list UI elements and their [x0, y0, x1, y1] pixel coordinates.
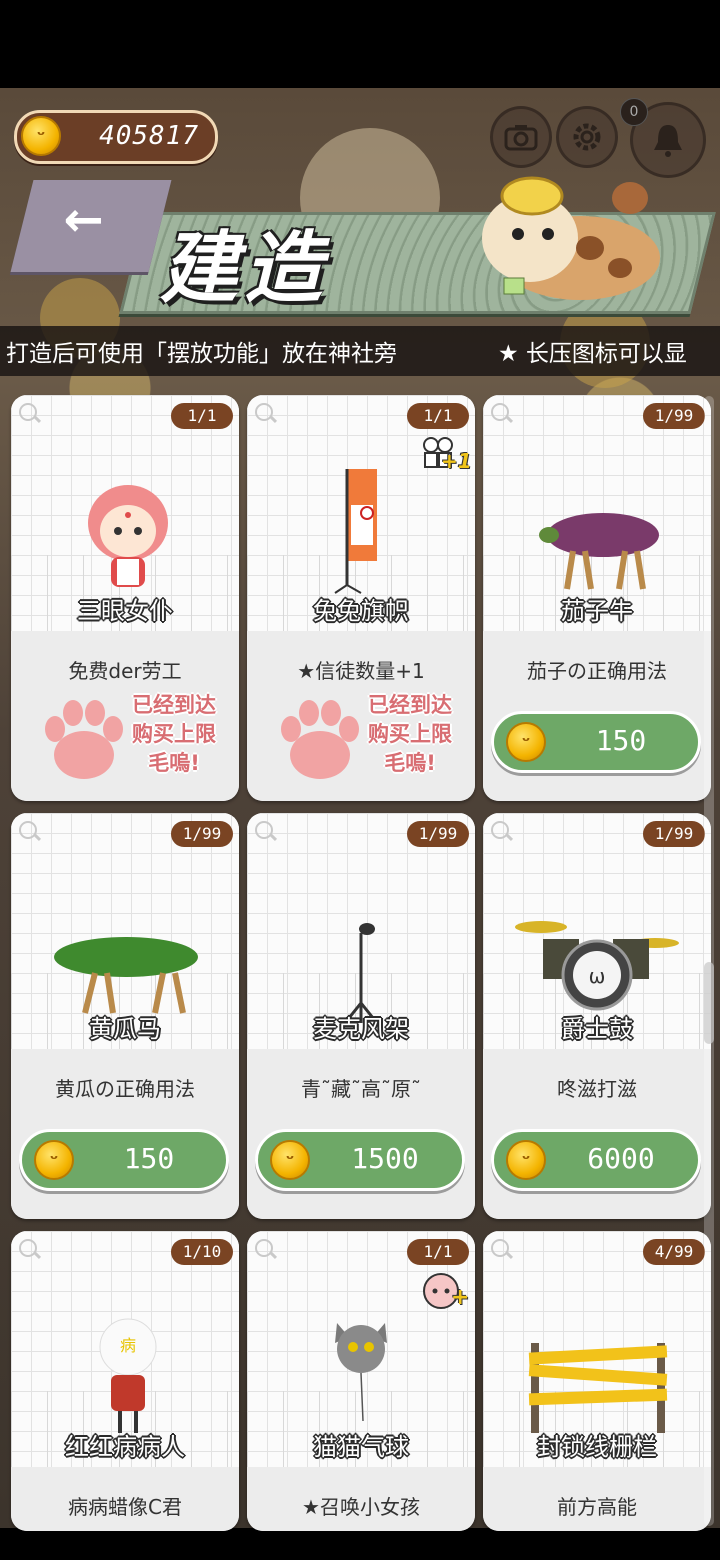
settings-button[interactable]	[556, 106, 618, 168]
magnify-icon[interactable]	[19, 821, 37, 839]
eggplant-cow-icon	[539, 513, 659, 590]
item-name: 黄瓜马	[89, 1015, 161, 1043]
item-description: 茄子の正确用法	[527, 659, 667, 683]
buy-button[interactable]: ᵕ 150	[19, 1129, 229, 1191]
cucumber-horse-icon	[54, 937, 198, 1014]
price: 150	[123, 1142, 175, 1175]
item-description: ★信徒数量+1	[297, 659, 425, 683]
scrollbar[interactable]	[704, 396, 714, 1526]
item-name: 封锁线栅栏	[537, 1433, 657, 1461]
stock-count: 1/10	[171, 1239, 233, 1265]
hint-banner: 打造后可使用「摆放功能」放在神社旁 ★ 长压图标可以显	[0, 326, 720, 376]
item-name: 爵士鼓	[561, 1015, 633, 1043]
game-screen: { "header": { "coins": "405817", "title"…	[0, 0, 720, 1560]
camera-icon	[504, 125, 538, 151]
coin-icon: ᵕ	[21, 116, 61, 156]
price: 6000	[587, 1142, 655, 1175]
dog-mascot-icon	[482, 176, 660, 300]
buy-button[interactable]: ᵕ 150	[491, 711, 701, 773]
coin-icon: ᵕ	[270, 1140, 310, 1180]
stock-count: 4/99	[643, 1239, 705, 1265]
item-name: 兔兔旗帜	[313, 597, 409, 625]
coin-icon: ᵕ	[506, 1140, 546, 1180]
stock-count: 1/99	[407, 821, 469, 847]
price: 150	[595, 724, 647, 757]
sold-out-text: 已经到达 购买上限 毛嗚!	[368, 693, 452, 775]
stock-count: 1/99	[171, 821, 233, 847]
hint-text-secondary: ★ 长压图标可以显	[498, 341, 687, 367]
magnify-icon[interactable]	[491, 821, 509, 839]
item-description: 免费der劳工	[68, 659, 182, 683]
item-card[interactable]: 1/99 黄瓜马 黄瓜の正确用法 ᵕ 150	[11, 813, 239, 1219]
stock-count: 1/1	[171, 403, 233, 429]
notification-count-badge: 0	[620, 98, 648, 126]
coin-icon: ᵕ	[34, 1140, 74, 1180]
stock-count: 1/1	[407, 403, 469, 429]
item-name: 红红病病人	[65, 1433, 185, 1461]
magnify-icon[interactable]	[255, 821, 273, 839]
sold-out-text: 已经到达 购买上限 毛嗚!	[132, 693, 216, 775]
item-name: 茄子牛	[561, 597, 633, 625]
item-name: 麦克风架	[313, 1015, 409, 1043]
buy-button[interactable]: ᵕ 6000	[491, 1129, 701, 1191]
keep-out-fence-icon	[528, 1343, 668, 1433]
item-description: 前方高能	[557, 1495, 637, 1519]
item-description: 黄瓜の正确用法	[55, 1077, 195, 1101]
item-description: 咚滋打滋	[557, 1077, 637, 1101]
scroll-thumb[interactable]	[704, 962, 714, 1044]
follower-bonus-icon: +1	[421, 435, 472, 475]
item-card[interactable]: 1/1 + 猫猫气球 ★召唤小女孩	[247, 1231, 475, 1531]
cat-balloon-icon	[335, 1323, 387, 1422]
hint-text: 打造后可使用「摆放功能」放在神社旁	[6, 341, 397, 367]
item-card[interactable]: ω 1/99 爵士鼓 咚滋打滋 ᵕ 6000	[483, 813, 711, 1219]
back-arrow-icon: ←	[63, 192, 104, 248]
sold-out-notice: 已经到达 购买上限 毛嗚!	[263, 691, 459, 787]
paw-icon	[281, 700, 359, 779]
svg-text:病: 病	[120, 1336, 136, 1355]
back-button[interactable]: ←	[10, 180, 172, 272]
patient-doll-icon: 病	[99, 1318, 157, 1433]
drum-kit-icon: ω	[515, 921, 679, 1011]
sold-out-notice: 已经到达 购买上限 毛嗚!	[27, 691, 223, 787]
magnify-icon[interactable]	[491, 403, 509, 421]
item-card[interactable]: 4/99 封锁线栅栏 前方高能	[483, 1231, 711, 1531]
item-description: 青˜藏˜高˜原˜	[301, 1077, 421, 1101]
price: 1500	[351, 1142, 419, 1175]
paw-icon	[45, 700, 123, 779]
coin-amount: 405817	[99, 121, 199, 151]
item-description: ★召唤小女孩	[302, 1495, 420, 1519]
summon-girl-icon: +	[421, 1271, 469, 1311]
page-title: 建造	[160, 224, 329, 314]
magnify-icon[interactable]	[255, 1239, 273, 1257]
item-card[interactable]: 病 1/10 红红病病人 病病蜡像C君	[11, 1231, 239, 1531]
coin-balance: ᵕ 405817	[14, 110, 218, 164]
stock-count: 1/99	[643, 403, 705, 429]
item-name: 三眼女仆	[77, 597, 173, 625]
gear-icon	[573, 123, 601, 151]
buy-button[interactable]: ᵕ 1500	[255, 1129, 465, 1191]
item-description: 病病蜡像C君	[68, 1495, 182, 1519]
magnify-icon[interactable]	[19, 403, 37, 421]
item-card[interactable]: 1/1 +1 兔兔旗帜 ★信徒数量+1 已经到达 购买上限 毛嗚!	[247, 395, 475, 801]
item-card[interactable]: 1/99 茄子牛 茄子の正确用法 ᵕ 150	[483, 395, 711, 801]
item-name: 猫猫气球	[313, 1433, 409, 1461]
magnify-icon[interactable]	[19, 1239, 37, 1257]
bunny-flag-icon	[334, 469, 377, 594]
stock-count: 1/1	[407, 1239, 469, 1265]
coin-icon: ᵕ	[506, 722, 546, 762]
magnify-icon[interactable]	[491, 1239, 509, 1257]
item-card[interactable]: 1/99 麦克风架 青˜藏˜高˜原˜ ᵕ 1500	[247, 813, 475, 1219]
maid-character-icon	[88, 485, 168, 587]
camera-button[interactable]	[490, 106, 552, 168]
stock-count: 1/99	[643, 821, 705, 847]
svg-text:ω: ω	[589, 964, 606, 988]
item-card[interactable]: 1/1 三眼女仆 免费der劳工 已经到达 购买上限 毛嗚!	[11, 395, 239, 801]
magnify-icon[interactable]	[255, 403, 273, 421]
bell-icon	[654, 125, 682, 157]
